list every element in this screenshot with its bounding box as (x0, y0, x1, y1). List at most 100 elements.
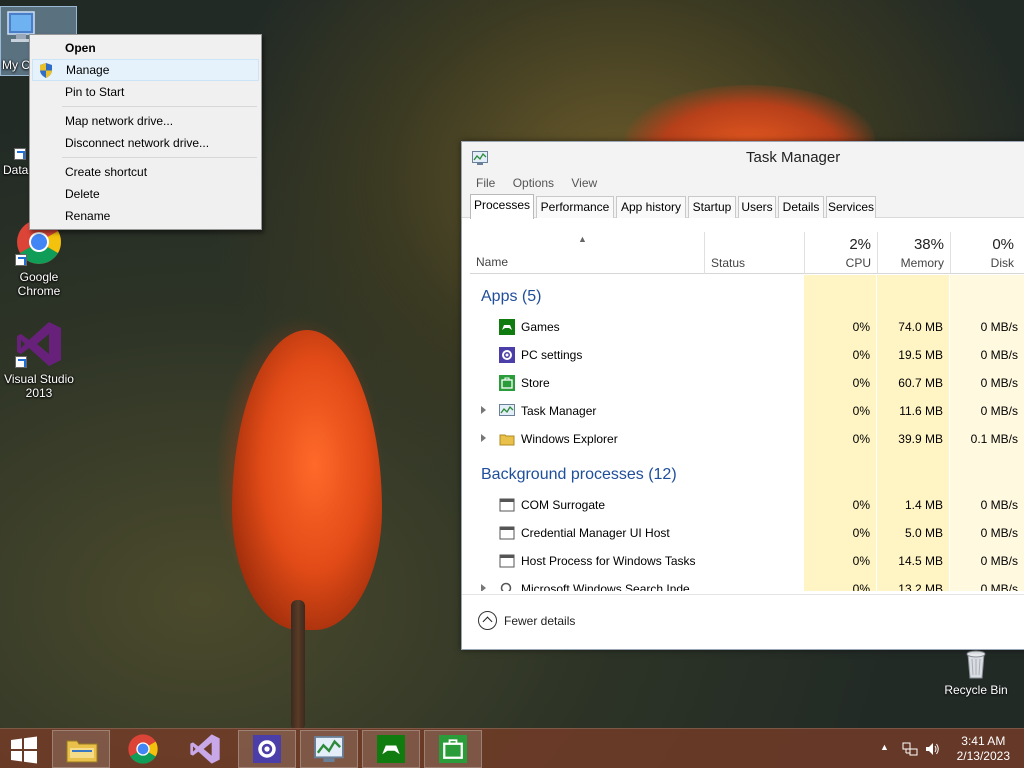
taskbar-visual-studio[interactable] (176, 730, 234, 768)
shortcut-arrow-icon (14, 148, 26, 160)
process-name: Host Process for Windows Tasks (521, 554, 696, 568)
menu-file[interactable]: File (476, 176, 495, 190)
process-disk: 0 MB/s (980, 320, 1018, 334)
section-title: Apps (5) (481, 288, 542, 305)
wallpaper-tulip (232, 330, 382, 630)
start-button[interactable] (0, 730, 50, 768)
memory-label: Memory (900, 256, 944, 270)
desktop-icon-google-chrome[interactable]: Google Chrome (0, 218, 79, 298)
tab-details[interactable]: Details (778, 196, 824, 218)
table-row[interactable]: COM Surrogate 0% 1.4 MB 0 MB/s (470, 491, 1024, 519)
fewer-details-link[interactable]: Fewer details (504, 614, 575, 628)
table-row[interactable]: Host Process for Windows Tasks 0% 14.5 M… (470, 547, 1024, 575)
process-memory: 13.2 MB (898, 582, 943, 591)
menu-item-label: Delete (65, 187, 100, 201)
taskbar-file-explorer[interactable] (52, 730, 110, 768)
tab-users[interactable]: Users (738, 196, 776, 218)
taskbar-task-manager[interactable] (300, 730, 358, 768)
shortcut-arrow-icon (15, 254, 27, 266)
network-icon[interactable] (902, 741, 918, 757)
process-name: Credential Manager UI Host (521, 526, 670, 540)
process-cpu: 0% (852, 582, 870, 591)
expand-chevron-icon[interactable] (481, 406, 486, 414)
menu-item-label: Manage (66, 63, 110, 77)
expand-chevron-icon[interactable] (481, 434, 486, 442)
process-cpu: 0% (852, 404, 870, 418)
column-header: ▲ Name Status 2% CPU 38% Memory 0% Disk (470, 232, 1024, 274)
expand-chevron-icon[interactable] (481, 584, 486, 591)
menu-item-create-shortcut[interactable]: Create shortcut (32, 161, 259, 183)
search-icon (500, 582, 512, 591)
process-disk: 0.1 MB/s (970, 432, 1018, 446)
menu-item-manage[interactable]: Manage (32, 59, 259, 81)
visual-studio-icon (15, 320, 63, 368)
menu-options[interactable]: Options (513, 176, 554, 190)
clock[interactable]: 3:41 AM 2/13/2023 (957, 734, 1010, 764)
menu-item-label: Open (65, 41, 96, 55)
file-explorer-icon (66, 740, 98, 763)
menu-item-pin-to-start[interactable]: Pin to Start (32, 81, 259, 103)
process-cpu: 0% (852, 376, 870, 390)
table-row[interactable]: Task Manager 0% 11.6 MB 0 MB/s (470, 397, 1024, 425)
desktop-icon-label-line1: Visual Studio (4, 372, 74, 386)
menu-separator (62, 157, 257, 158)
taskbar-pc-settings[interactable] (238, 730, 296, 768)
process-name: Windows Explorer (521, 432, 618, 446)
taskbar-chrome[interactable] (114, 730, 172, 768)
process-cpu: 0% (852, 554, 870, 568)
table-row[interactable]: Store 0% 60.7 MB 0 MB/s (470, 369, 1024, 397)
process-cpu: 0% (852, 498, 870, 512)
windows-logo-icon (11, 736, 37, 764)
task-manager-icon (472, 151, 488, 165)
menu-item-label: Disconnect network drive... (65, 136, 210, 150)
task-manager-icon (314, 736, 344, 762)
process-disk: 0 MB/s (980, 526, 1018, 540)
desktop-icon-label-line2: Chrome (17, 284, 61, 298)
process-cpu: 0% (852, 526, 870, 540)
process-memory: 60.7 MB (898, 376, 943, 390)
tab-app-history[interactable]: App history (616, 196, 686, 218)
table-row[interactable]: PC settings 0% 19.5 MB 0 MB/s (470, 341, 1024, 369)
clock-time: 3:41 AM (961, 734, 1006, 748)
column-memory[interactable]: 38% Memory (877, 232, 950, 274)
visual-studio-icon (190, 734, 220, 764)
table-row[interactable]: Games 0% 74.0 MB 0 MB/s (470, 313, 1024, 341)
title-bar[interactable]: Task Manager (462, 142, 1024, 174)
menu-item-delete[interactable]: Delete (32, 183, 259, 205)
shortcut-arrow-icon (15, 356, 27, 368)
process-name: PC settings (521, 348, 583, 362)
desktop-icon-visual-studio[interactable]: Visual Studio 2013 (0, 320, 79, 400)
taskbar-store[interactable] (424, 730, 482, 768)
tab-performance[interactable]: Performance (536, 196, 614, 218)
menu-item-disconnect-network-drive[interactable]: Disconnect network drive... (32, 132, 259, 154)
process-memory: 14.5 MB (898, 554, 943, 568)
column-cpu[interactable]: 2% CPU (804, 232, 877, 274)
process-list: Apps (5) Games 0% 74.0 MB 0 MB/s PC sett… (470, 275, 1024, 591)
menu-item-open[interactable]: Open (32, 37, 259, 59)
section-header-apps: Apps (5) (470, 283, 1024, 311)
fewer-details-chevron-icon[interactable] (478, 611, 497, 630)
show-hidden-icons-chevron-icon[interactable]: ▲ (880, 742, 889, 752)
tab-startup[interactable]: Startup (688, 196, 736, 218)
recycle-bin-icon (966, 650, 986, 679)
gear-icon (253, 735, 281, 763)
process-disk: 0 MB/s (980, 582, 1018, 591)
table-row[interactable]: Windows Explorer 0% 39.9 MB 0.1 MB/s (470, 425, 1024, 453)
column-status-cell[interactable]: Status (704, 232, 804, 274)
speaker-icon[interactable] (924, 741, 940, 757)
games-icon (499, 319, 515, 335)
taskbar-games[interactable] (362, 730, 420, 768)
menu-view[interactable]: View (571, 176, 597, 190)
table-row[interactable]: Credential Manager UI Host 0% 5.0 MB 0 M… (470, 519, 1024, 547)
column-disk[interactable]: 0% Disk (950, 232, 1020, 274)
desktop-icon-recycle-bin[interactable]: Recycle Bin (936, 648, 1016, 697)
menu-item-map-network-drive[interactable]: Map network drive... (32, 110, 259, 132)
tab-services[interactable]: Services (826, 196, 876, 218)
menu-item-label: Rename (65, 209, 111, 223)
process-name: Games (521, 320, 560, 334)
tab-processes[interactable]: Processes (470, 194, 534, 219)
process-memory: 1.4 MB (904, 498, 943, 512)
menu-item-rename[interactable]: Rename (32, 205, 259, 227)
table-row[interactable]: Microsoft Windows Search Inde... 0% 13.2… (470, 575, 1024, 591)
column-name[interactable]: Name (476, 255, 508, 269)
